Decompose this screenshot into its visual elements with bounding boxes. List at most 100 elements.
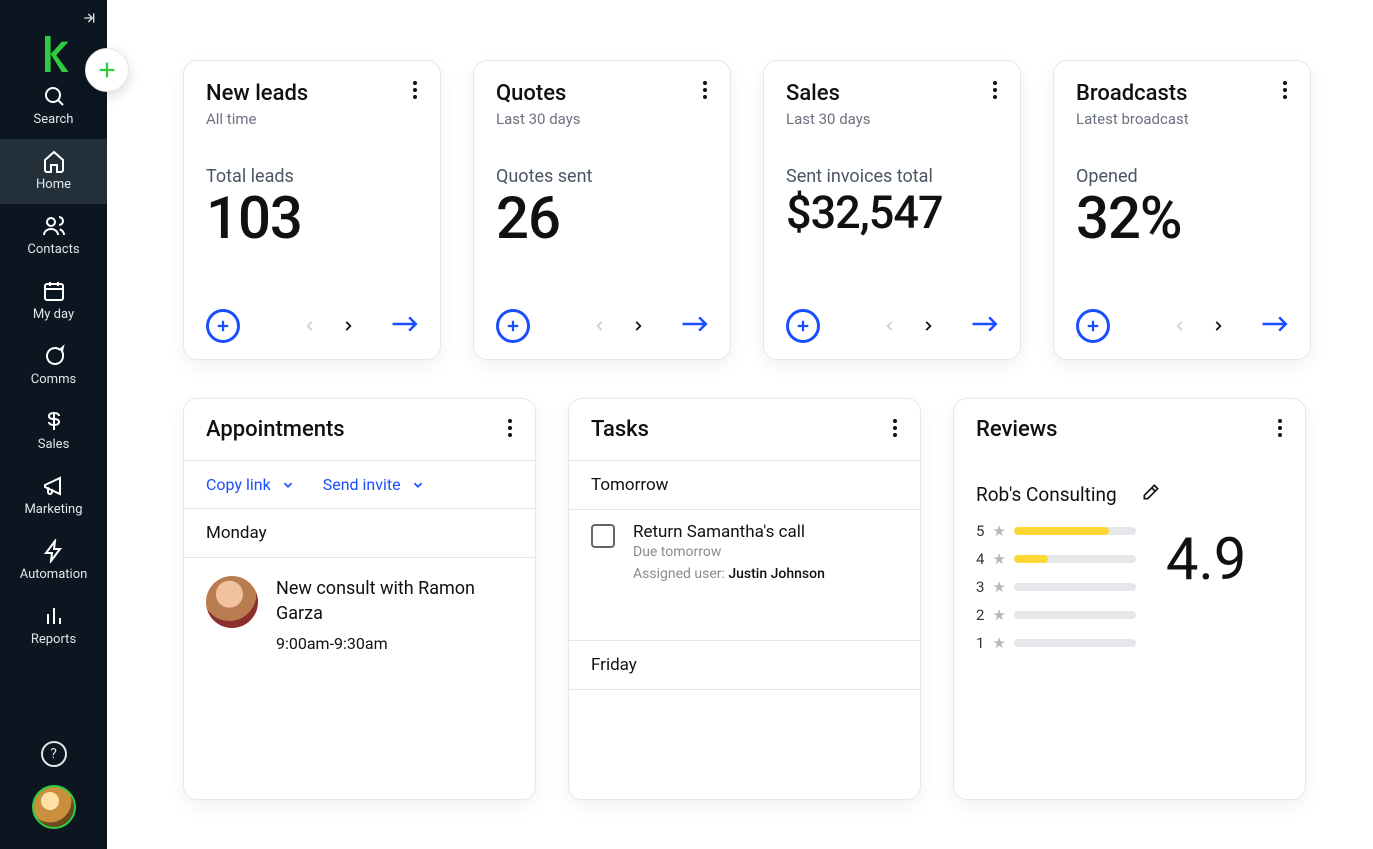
stat-value: 103 [206,189,420,250]
sidebar-label: Contacts [27,242,79,257]
rating-row: 5★ [976,522,1136,540]
send-invite-dropdown[interactable]: Send invite [323,475,425,494]
home-icon [42,149,66,173]
dashboard: New leads All time Total leads 103 Quote… [107,0,1373,849]
card-tasks: Tasks Tomorrow Return Samantha's call Du… [568,398,921,800]
open-button[interactable] [1260,314,1290,338]
prev-button [592,318,608,334]
sidebar-item-marketing[interactable]: Marketing [0,464,107,529]
card-menu-button[interactable] [499,417,521,439]
sidebar-item-comms[interactable]: Comms [0,334,107,399]
copy-link-dropdown[interactable]: Copy link [206,475,295,494]
rating-row: 1★ [976,634,1136,652]
card-subtitle: Last 30 days [786,110,1000,128]
copy-link-label: Copy link [206,475,271,494]
card-menu-button[interactable] [694,79,716,101]
card-subtitle: All time [206,110,420,128]
stat-value: $32,547 [786,189,1000,236]
rating-row: 4★ [976,550,1136,568]
help-button[interactable]: ? [41,741,67,767]
stat-label: Total leads [206,166,420,187]
review-score: 4.9 [1166,526,1247,594]
sidebar-label: Sales [38,437,70,452]
card-menu-button[interactable] [884,417,906,439]
contacts-icon [42,214,66,238]
collapse-sidebar-button[interactable] [0,6,107,36]
next-button[interactable] [920,318,936,334]
rating-distribution: 5★ 4★ 3★ 2★ 1★ [976,522,1136,652]
card-menu-button[interactable] [984,79,1006,101]
prev-button [882,318,898,334]
add-button[interactable] [206,309,240,343]
stat-value: 26 [496,189,710,250]
task-due: Due tomorrow [633,544,825,560]
sidebar-label: Marketing [24,502,82,517]
task-assigned: Assigned user: Justin Johnson [633,566,825,582]
stat-label: Quotes sent [496,166,710,187]
card-reviews: Reviews Rob's Consulting 5★ 4★ 3★ 2★ 1★ 4.9 [953,398,1306,800]
add-button[interactable] [786,309,820,343]
sidebar-item-reports[interactable]: Reports [0,594,107,659]
megaphone-icon [42,474,66,498]
sidebar-item-automation[interactable]: Automation [0,529,107,594]
barchart-icon [42,604,66,628]
next-button[interactable] [1210,318,1226,334]
task-checkbox[interactable] [591,524,615,548]
card-new-leads: New leads All time Total leads 103 [183,60,441,360]
card-title: Broadcasts [1076,81,1290,106]
user-avatar[interactable] [32,785,76,829]
card-quotes: Quotes Last 30 days Quotes sent 26 [473,60,731,360]
stat-value: 32% [1076,189,1290,250]
search-icon [42,84,66,108]
global-add-button[interactable] [85,48,129,92]
card-subtitle: Latest broadcast [1076,110,1290,128]
card-sales: Sales Last 30 days Sent invoices total $… [763,60,1021,360]
card-subtitle: Last 30 days [496,110,710,128]
rating-row: 2★ [976,606,1136,624]
prev-button [1172,318,1188,334]
appointment-time: 9:00am-9:30am [276,634,513,653]
card-title: New leads [206,81,420,106]
task-item[interactable]: Return Samantha's call Due tomorrow Assi… [569,510,920,600]
appointment-item[interactable]: New consult with Ramon Garza 9:00am-9:30… [184,558,535,671]
business-name: Rob's Consulting [976,483,1117,506]
card-menu-button[interactable] [1269,417,1291,439]
next-button[interactable] [630,318,646,334]
sidebar-label: My day [33,307,74,322]
stat-label: Opened [1076,166,1290,187]
appointment-day: Monday [184,509,535,557]
edit-button[interactable] [1141,482,1161,506]
calendar-icon [42,279,66,303]
sidebar-item-myday[interactable]: My day [0,269,107,334]
sidebar-label: Home [36,177,71,192]
next-button[interactable] [340,318,356,334]
add-button[interactable] [1076,309,1110,343]
open-button[interactable] [390,314,420,338]
sidebar: Search Home Contacts My day Comms Sales … [0,0,107,849]
card-title: Sales [786,81,1000,106]
card-title: Appointments [206,417,345,442]
card-menu-button[interactable] [1274,79,1296,101]
lightning-icon [42,539,66,563]
task-day: Tomorrow [569,461,920,509]
open-button[interactable] [680,314,710,338]
card-title: Quotes [496,81,710,106]
add-button[interactable] [496,309,530,343]
task-title: Return Samantha's call [633,522,825,542]
rating-row: 3★ [976,578,1136,596]
prev-button [302,318,318,334]
card-menu-button[interactable] [404,79,426,101]
app-logo [40,36,68,72]
open-button[interactable] [970,314,1000,338]
dollar-icon [42,409,66,433]
sidebar-label: Search [34,112,74,127]
sidebar-label: Comms [31,372,76,387]
sidebar-item-home[interactable]: Home [0,139,107,204]
sidebar-item-contacts[interactable]: Contacts [0,204,107,269]
appointment-name: New consult with Ramon Garza [276,576,513,626]
stat-label: Sent invoices total [786,166,1000,187]
sidebar-item-sales[interactable]: Sales [0,399,107,464]
card-title: Reviews [976,417,1057,442]
sidebar-label: Automation [20,567,88,582]
send-invite-label: Send invite [323,475,401,494]
